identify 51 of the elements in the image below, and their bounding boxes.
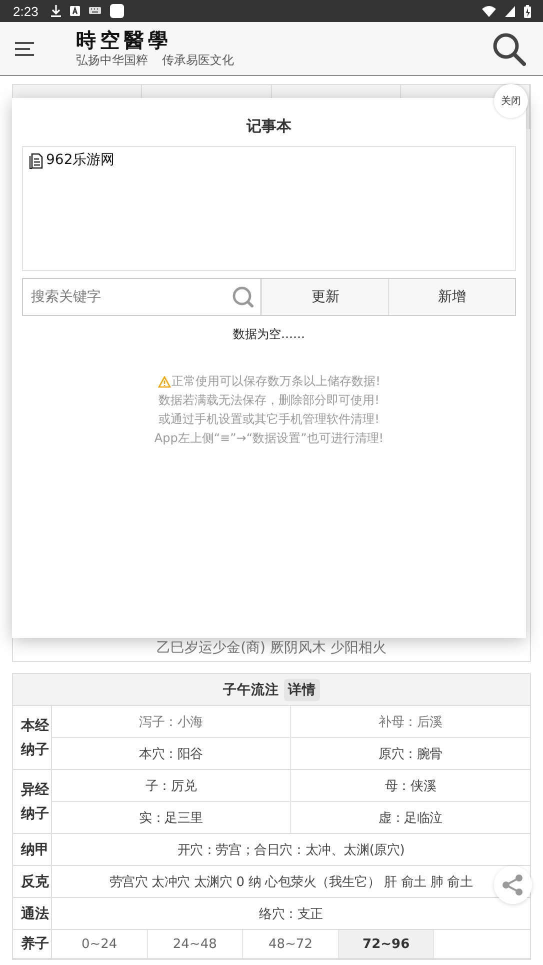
share-icon xyxy=(502,874,524,896)
note-text: 962乐游网 xyxy=(46,151,115,169)
clock: 2:23 xyxy=(13,4,38,18)
table-cell-text: 实：足三里 xyxy=(138,810,203,826)
year-info: 乙巳岁运少金(商) 厥阴风木 少阳相火 xyxy=(156,639,388,658)
table-cell-text: 络穴：支正 xyxy=(258,906,323,922)
table-cell-text: 开穴：劳宫；合日穴：太冲、太渊(原穴) xyxy=(177,842,405,858)
row-label: 异经纳子 xyxy=(13,770,52,833)
table-cell-text: 劳宫穴 太冲穴 太渊穴 0 纳 心包荥火（我生它） 肝 俞土 肺 俞土 xyxy=(109,874,473,890)
note-area[interactable]: 962乐游网 xyxy=(22,146,516,271)
slogan: 弘扬中华国粹 xyxy=(76,52,148,69)
action-button[interactable]: 新增 xyxy=(388,279,515,315)
document-icon xyxy=(29,153,43,169)
range-tab[interactable]: 72~96 xyxy=(338,930,434,958)
row-label: 通法 xyxy=(13,898,52,929)
row-label: 反克 xyxy=(13,866,52,897)
row-label: 纳甲 xyxy=(13,834,52,865)
download-icon xyxy=(51,5,62,17)
slogan: 传承易医文化 xyxy=(162,52,234,69)
notice-text: 或通过手机设置或其它手机管理软件清理! xyxy=(158,411,380,428)
table-cell-text: 本穴：阳谷 xyxy=(138,746,203,762)
table-cell-text: 虚：足临泣 xyxy=(378,810,442,826)
app-logo: 時空醫學 xyxy=(76,28,173,52)
table-cell-text: 泻子：小海 xyxy=(138,714,203,730)
empty-message: 数据为空…… xyxy=(233,326,305,343)
dialog-title: 记事本 xyxy=(246,117,292,136)
notice-text: 数据若满载无法保存，删除部分即可使用! xyxy=(158,392,380,409)
range-tab[interactable]: 0~24 xyxy=(52,930,148,958)
battery-icon xyxy=(524,4,531,18)
notice-text: App左上侧“≡”→“数据设置”也可进行清理! xyxy=(154,430,384,447)
search-field[interactable]: 搜索关键字 xyxy=(29,288,232,306)
menu-icon[interactable] xyxy=(15,42,34,56)
signal-icon xyxy=(505,6,515,16)
row-label: 本经纳子 xyxy=(13,706,52,769)
warning-icon xyxy=(158,376,171,388)
table-cell-text: 子：厉兑 xyxy=(145,778,197,794)
table-cell-text: 母：侠溪 xyxy=(384,778,436,794)
row-label: 养子 xyxy=(13,930,52,958)
search-icon[interactable] xyxy=(492,32,526,66)
font-icon xyxy=(70,6,80,16)
detail-button[interactable]: 详情 xyxy=(284,678,320,700)
table-cell-text: 原穴：腕骨 xyxy=(378,746,442,762)
notice-text: 正常使用可以保存数万条以上储存数据! xyxy=(172,373,380,390)
wifi-icon xyxy=(482,6,496,16)
keyboard-icon xyxy=(89,7,102,15)
table-cell-text: 补母：后溪 xyxy=(378,714,442,730)
table-title: 子午流注 xyxy=(223,680,279,698)
app-icon xyxy=(110,4,124,18)
action-button[interactable]: 更新 xyxy=(261,279,388,315)
share-button[interactable] xyxy=(494,866,532,904)
range-tab[interactable]: 24~48 xyxy=(148,930,244,958)
